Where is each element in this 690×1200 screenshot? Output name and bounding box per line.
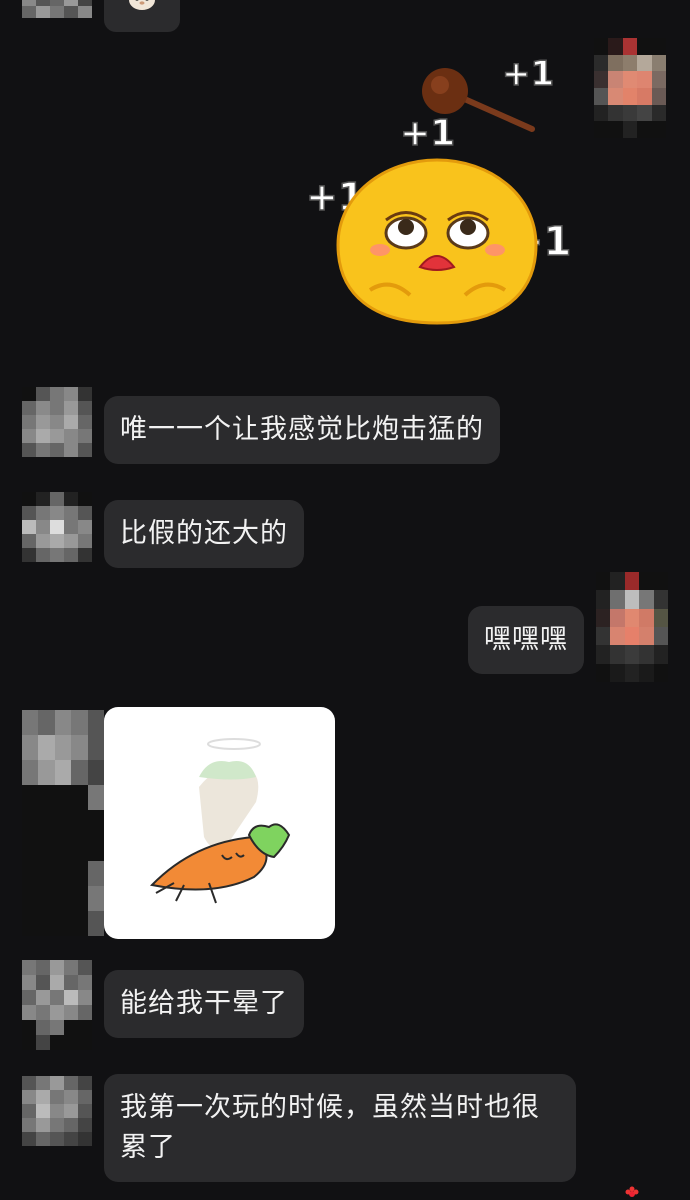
avatar[interactable] <box>22 387 92 457</box>
carrot-sticker[interactable] <box>104 707 335 939</box>
avatar[interactable] <box>22 960 92 1050</box>
message-bubble[interactable]: 比假的还大的 <box>104 500 304 568</box>
chat-thread: +1 +1 +1 +1 唯一一个让我感觉比炮击猛的 比假的还大的 嘿嘿嘿 能给我… <box>0 0 690 1200</box>
message-bubble[interactable]: 唯一一个让我感觉比炮击猛的 <box>104 396 500 464</box>
avatar[interactable] <box>22 0 92 18</box>
avatar[interactable] <box>22 1076 92 1146</box>
message-bubble-self[interactable]: 嘿嘿嘿 <box>468 606 584 674</box>
avatar[interactable] <box>22 492 92 562</box>
emoji-knocked-plus-one[interactable]: +1 +1 +1 +1 <box>300 53 590 335</box>
plus-one-label: +1 <box>400 113 455 154</box>
message-bubble[interactable]: 能给我干晕了 <box>104 970 304 1038</box>
reaction-icon[interactable] <box>624 1186 640 1200</box>
carrot-sticker-graphic <box>149 738 291 904</box>
message-bubble[interactable]: 我第一次玩的时候，虽然当时也很累了 <box>104 1074 576 1182</box>
avatar-self[interactable] <box>594 38 666 138</box>
emoji-sticker-graphic: +1 +1 +1 +1 <box>305 53 572 325</box>
yellow-face-icon <box>336 158 538 325</box>
avatar[interactable] <box>22 710 104 936</box>
partial-sticker-bubble[interactable] <box>104 0 180 32</box>
avatar-self[interactable] <box>596 572 668 682</box>
small-face-icon <box>129 0 155 10</box>
plus-one-label: +1 <box>502 55 554 94</box>
